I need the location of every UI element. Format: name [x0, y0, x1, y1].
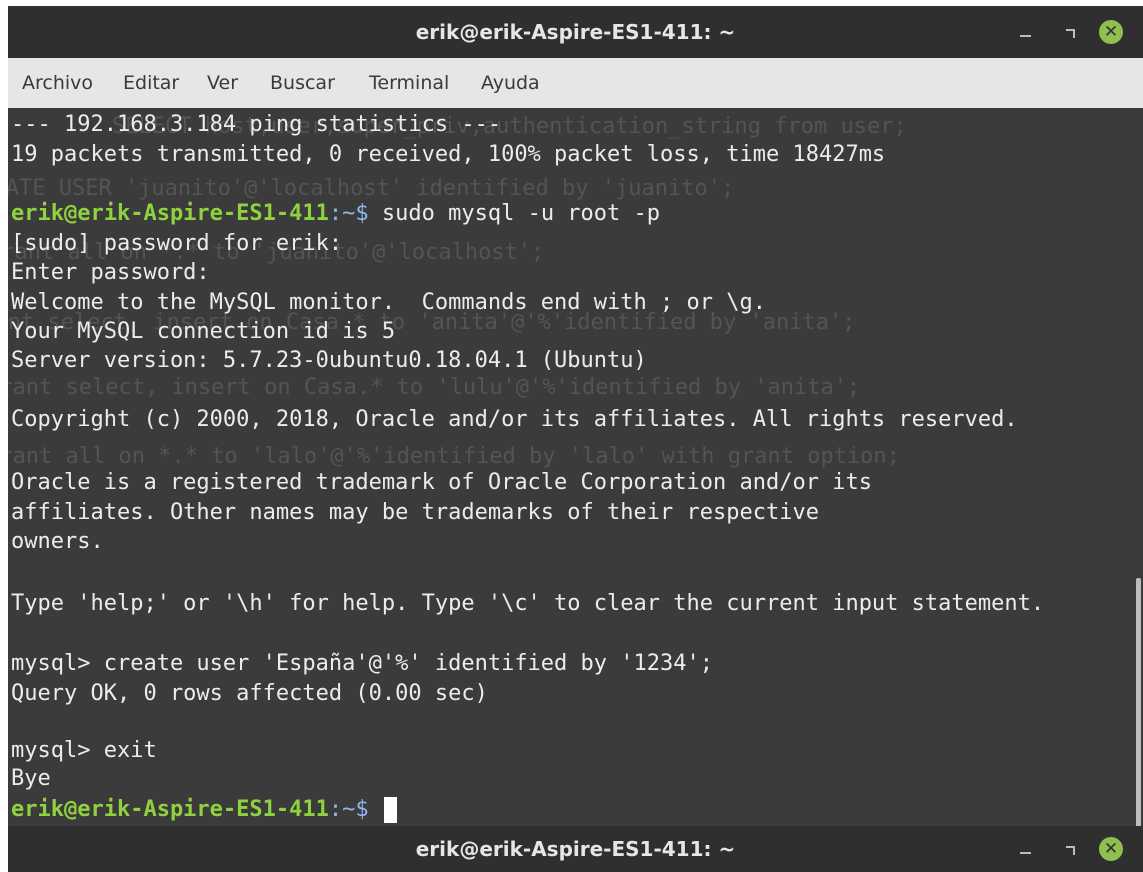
- close-button[interactable]: ✕: [1099, 837, 1123, 861]
- window-titlebar[interactable]: erik@erik-Aspire-ES1-411: ~ ✕: [8, 6, 1143, 58]
- terminal-line: Server version: 5.7.23-0ubuntu0.18.04.1 …: [11, 348, 647, 373]
- command-text: sudo mysql -u root -p: [381, 201, 661, 226]
- menu-ver[interactable]: Ver: [207, 58, 238, 108]
- terminal-line: Welcome to the MySQL monitor. Commands e…: [11, 290, 766, 315]
- terminal-line: affiliates. Other names may be trademark…: [11, 500, 819, 525]
- terminal-line: Type 'help;' or '\h' for help. Type '\c'…: [11, 591, 1045, 616]
- terminal-line: Copyright (c) 2000, 2018, Oracle and/or …: [11, 407, 1018, 432]
- terminal-line: Query OK, 0 rows affected (0.00 sec): [11, 681, 488, 706]
- menu-ayuda[interactable]: Ayuda: [481, 58, 540, 108]
- close-button[interactable]: ✕: [1099, 20, 1123, 44]
- second-window-titlebar[interactable]: erik@erik-Aspire-ES1-411: ~ ✕: [8, 826, 1143, 872]
- close-icon: ✕: [1099, 20, 1123, 44]
- terminal-line: Your MySQL connection id is 5: [11, 319, 396, 344]
- window-title: erik@erik-Aspire-ES1-411: ~: [415, 20, 736, 44]
- second-window-title: erik@erik-Aspire-ES1-411: ~: [415, 837, 736, 861]
- maximize-icon[interactable]: [1057, 837, 1081, 861]
- terminal-line: Enter password:: [11, 260, 210, 285]
- terminal-line: --- 192.168.3.184 ping statistics ---: [11, 112, 502, 137]
- scrollbar[interactable]: [1136, 578, 1141, 828]
- prompt-line: erik@erik-Aspire-ES1-411:~$ sudo mysql -…: [11, 199, 660, 229]
- menu-editar[interactable]: Editar: [123, 58, 179, 108]
- prompt-path: :~$: [328, 201, 382, 226]
- prompt-line: erik@erik-Aspire-ES1-411:~$: [11, 795, 397, 825]
- terminal-line: mysql> create user 'España'@'%' identifi…: [11, 651, 713, 676]
- menu-archivo[interactable]: Archivo: [22, 58, 93, 108]
- terminal-line: 19 packets transmitted, 0 received, 100%…: [11, 142, 886, 167]
- terminal-line: Bye: [11, 766, 51, 791]
- menu-buscar[interactable]: Buscar: [270, 58, 335, 108]
- terminal-line: owners.: [11, 529, 104, 554]
- terminal-line: [sudo] password for erik:: [11, 231, 343, 256]
- terminal-window: erik@erik-Aspire-ES1-411: ~ ✕ Archivo Ed…: [8, 6, 1143, 872]
- menu-bar: Archivo Editar Ver Buscar Terminal Ayuda: [8, 58, 1143, 109]
- minimize-icon[interactable]: [1013, 837, 1037, 861]
- prompt-user-host: erik@erik-Aspire-ES1-411: [11, 201, 329, 226]
- terminal-output[interactable]: SELECT host,user,super_priv,authenticati…: [8, 108, 1143, 828]
- terminal-line: Oracle is a registered trademark of Orac…: [11, 470, 872, 495]
- close-icon: ✕: [1099, 837, 1123, 861]
- maximize-icon[interactable]: [1057, 20, 1081, 44]
- menu-terminal[interactable]: Terminal: [369, 58, 449, 108]
- prompt-user-host: erik@erik-Aspire-ES1-411: [11, 797, 329, 822]
- terminal-line: mysql> exit: [11, 738, 157, 763]
- text-cursor: [383, 797, 397, 823]
- minimize-icon[interactable]: [1013, 20, 1037, 44]
- prompt-path: :~$: [328, 797, 382, 822]
- ghost-line: grant select, insert on Casa.* to 'lulu'…: [8, 375, 861, 400]
